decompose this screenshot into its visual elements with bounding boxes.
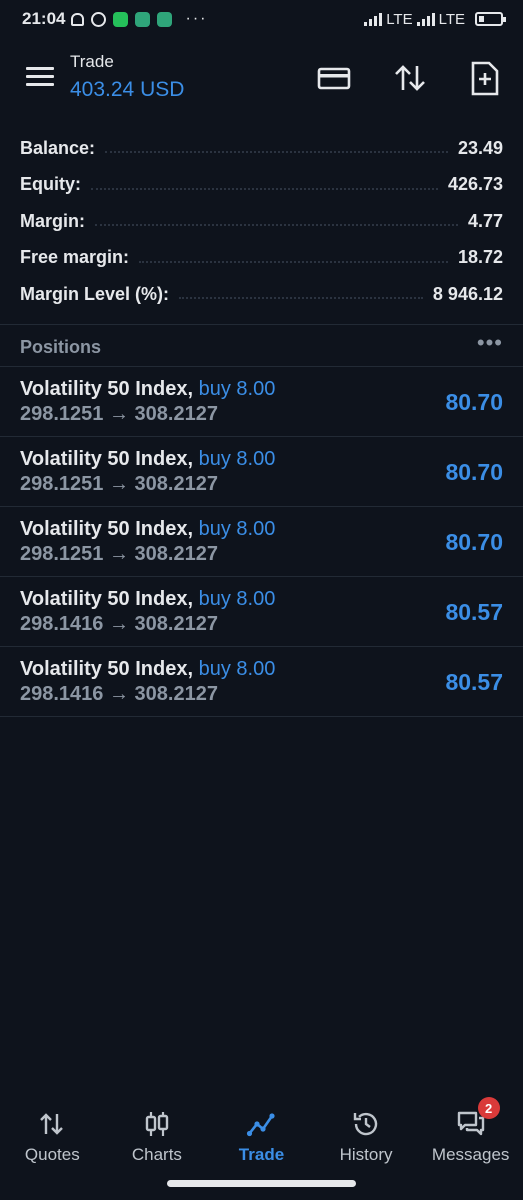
- symbol-name: Volatility 50 Index,: [20, 658, 194, 680]
- chat-app-icon: [157, 11, 173, 27]
- messages-badge: 2: [477, 1097, 500, 1119]
- summary-label: Margin Level (%):: [20, 283, 170, 304]
- position-side: buy 8.00: [198, 588, 276, 610]
- summary-label: Margin:: [20, 210, 85, 231]
- position-row[interactable]: Volatility 50 Index, buy 8.00 298.1251 →…: [0, 437, 523, 507]
- alarm-icon: [91, 11, 107, 27]
- messages-icon: 2: [456, 1097, 500, 1139]
- new-order-icon[interactable]: [467, 60, 503, 96]
- position-symbol: Volatility 50 Index, buy 8.00: [20, 518, 275, 541]
- menu-icon[interactable]: [26, 67, 54, 87]
- nav-label: Trade: [238, 1145, 285, 1164]
- status-bar: 21:04 ··· LTE LTE: [0, 0, 523, 38]
- summary-value: 4.77: [467, 210, 503, 231]
- position-symbol: Volatility 50 Index, buy 8.00: [20, 658, 275, 681]
- symbol-name: Volatility 50 Index,: [20, 378, 194, 400]
- status-right: LTE LTE: [364, 10, 506, 28]
- summary-label: Free margin:: [20, 247, 130, 268]
- summary-label: Equity:: [20, 174, 81, 195]
- network-label: LTE: [386, 10, 413, 28]
- position-row[interactable]: Volatility 50 Index, buy 8.00 298.1416 →…: [0, 647, 523, 717]
- account-equity: 403.24 USD: [70, 78, 185, 101]
- position-symbol: Volatility 50 Index, buy 8.00: [20, 448, 275, 471]
- network-label: LTE: [438, 10, 465, 28]
- battery-icon: [475, 12, 506, 26]
- position-symbol: Volatility 50 Index, buy 8.00: [20, 588, 275, 611]
- nav-label: Quotes: [24, 1145, 80, 1164]
- position-row[interactable]: Volatility 50 Index, buy 8.00 298.1416 →…: [0, 577, 523, 647]
- dot-leader: [179, 297, 423, 300]
- summary-row-equity: Equity: 426.73: [0, 167, 523, 204]
- signal-icon: [416, 12, 435, 26]
- account-summary: Balance: 23.49 Equity: 426.73 Margin: 4.…: [0, 130, 523, 313]
- divider: [0, 324, 523, 325]
- summary-value: 8 946.12: [432, 283, 503, 304]
- position-prices: 298.1251 → 308.2127: [20, 473, 218, 495]
- more-notifications-icon: ···: [185, 10, 208, 27]
- nav-history[interactable]: History: [314, 1095, 419, 1175]
- candlestick-icon: [142, 1109, 172, 1139]
- home-indicator[interactable]: [167, 1180, 356, 1187]
- nav-quotes[interactable]: Quotes: [0, 1095, 105, 1175]
- positions-header: Positions •••: [0, 327, 523, 367]
- status-time: 21:04: [22, 9, 66, 28]
- position-side: buy 8.00: [198, 448, 276, 470]
- symbol-name: Volatility 50 Index,: [20, 448, 194, 470]
- position-side: buy 8.00: [198, 658, 276, 680]
- signal-icon: [364, 12, 383, 26]
- app-header: Trade 403.24 USD: [0, 40, 523, 120]
- dot-leader: [139, 260, 448, 263]
- quotes-arrows-icon: [37, 1109, 67, 1139]
- summary-value: 18.72: [457, 247, 503, 268]
- history-clock-icon: [351, 1109, 381, 1139]
- trade-line-icon: [246, 1109, 276, 1139]
- position-profit: 80.70: [445, 389, 503, 415]
- dot-leader: [95, 224, 458, 227]
- position-prices: 298.1416 → 308.2127: [20, 683, 218, 705]
- summary-row-balance: Balance: 23.49: [0, 130, 523, 167]
- positions-title: Positions: [20, 336, 102, 357]
- summary-value: 426.73: [447, 174, 503, 195]
- summary-label: Balance:: [20, 137, 96, 158]
- position-prices: 298.1251 → 308.2127: [20, 543, 218, 565]
- symbol-name: Volatility 50 Index,: [20, 588, 194, 610]
- nav-label: Charts: [131, 1145, 182, 1164]
- nav-messages[interactable]: 2 Messages: [418, 1095, 523, 1175]
- more-options-icon[interactable]: •••: [477, 332, 503, 356]
- nav-label: History: [339, 1145, 393, 1164]
- summary-row-margin: Margin: 4.77: [0, 203, 523, 240]
- position-profit: 80.70: [445, 529, 503, 555]
- nav-charts[interactable]: Charts: [105, 1095, 210, 1175]
- nav-trade[interactable]: Trade: [209, 1095, 314, 1175]
- chat-app-icon: [135, 11, 151, 27]
- battery-level: [479, 16, 484, 22]
- nav-label: Messages: [431, 1145, 510, 1164]
- summary-row-free-margin: Free margin: 18.72: [0, 240, 523, 277]
- position-profit: 80.70: [445, 459, 503, 485]
- summary-row-margin-level: Margin Level (%): 8 946.12: [0, 276, 523, 313]
- position-side: buy 8.00: [198, 518, 276, 540]
- page-title: Trade: [70, 52, 114, 71]
- notification-icons: ···: [71, 10, 207, 28]
- bottom-nav: Quotes Charts Trade History 2 Messages: [0, 1095, 523, 1175]
- position-profit: 80.57: [445, 599, 503, 625]
- position-profit: 80.57: [445, 669, 503, 695]
- dot-leader: [105, 151, 448, 154]
- positions-list: Volatility 50 Index, buy 8.00 298.1251 →…: [0, 367, 523, 717]
- position-row[interactable]: Volatility 50 Index, buy 8.00 298.1251 →…: [0, 507, 523, 577]
- position-prices: 298.1416 → 308.2127: [20, 613, 218, 635]
- position-side: buy 8.00: [198, 378, 276, 400]
- deposit-card-icon[interactable]: [316, 60, 352, 96]
- position-prices: 298.1251 → 308.2127: [20, 403, 218, 425]
- bell-mute-icon: [71, 12, 85, 26]
- whatsapp-icon: [113, 11, 129, 27]
- position-row[interactable]: Volatility 50 Index, buy 8.00 298.1251 →…: [0, 367, 523, 437]
- symbol-name: Volatility 50 Index,: [20, 518, 194, 540]
- position-symbol: Volatility 50 Index, buy 8.00: [20, 378, 275, 401]
- dot-leader: [91, 187, 438, 190]
- summary-value: 23.49: [457, 137, 503, 158]
- sort-icon[interactable]: [392, 60, 428, 96]
